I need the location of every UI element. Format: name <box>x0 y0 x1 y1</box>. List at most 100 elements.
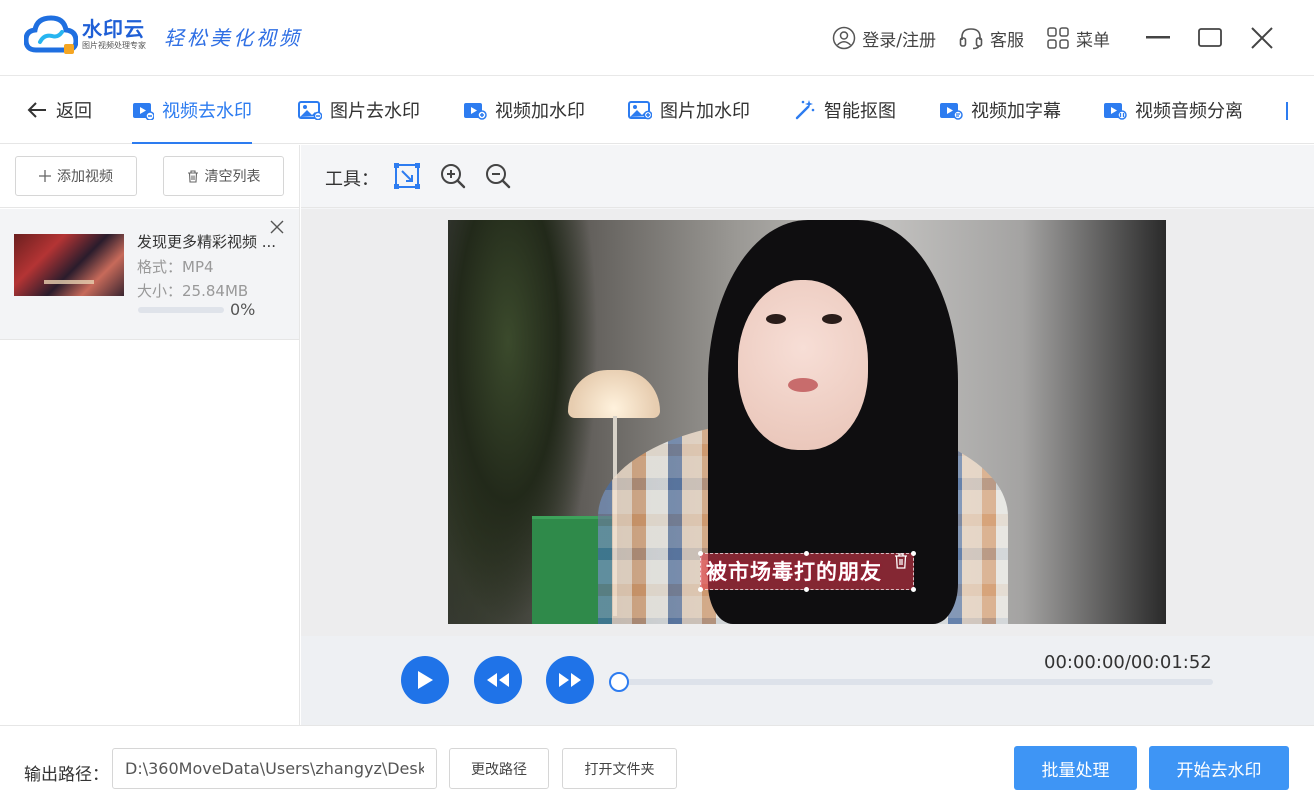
resize-handle[interactable] <box>804 551 809 556</box>
login-label: 登录/注册 <box>862 30 936 51</box>
login-link[interactable]: 登录/注册 <box>832 26 936 51</box>
image-icon <box>628 101 652 120</box>
customer-service-link[interactable]: 客服 <box>958 26 1024 51</box>
file-name: 发现更多精彩视频 ... <box>137 233 277 251</box>
file-list-item[interactable]: 发现更多精彩视频 ... 格式：MP4 大小：25.84MB <box>0 209 299 340</box>
output-path-label: 输出路径： <box>24 765 109 785</box>
menu-label: 菜单 <box>1076 30 1110 51</box>
file-format: 格式：MP4 <box>137 258 214 276</box>
menu-link[interactable]: 菜单 <box>1046 26 1110 51</box>
play-icon <box>418 671 433 689</box>
app-slogan: 轻松美化视频 <box>164 26 302 50</box>
add-video-button[interactable]: 添加视频 <box>15 156 137 196</box>
resize-handle[interactable] <box>911 551 916 556</box>
rewind-button[interactable] <box>474 656 522 704</box>
back-label: 返回 <box>56 101 92 122</box>
open-folder-button[interactable]: 打开文件夹 <box>562 748 677 789</box>
clear-list-label: 清空列表 <box>204 169 261 185</box>
resize-handle[interactable] <box>698 587 703 592</box>
tab-image-add-watermark[interactable]: 图片加水印 <box>628 76 750 144</box>
file-list-panel: 添加视频 清空列表 发现更多精彩视频 ... 格式：MP4 大小：25.84MB… <box>0 145 300 725</box>
app-name: 水印云 <box>82 17 145 41</box>
start-remove-watermark-button[interactable]: 开始去水印 <box>1149 746 1289 790</box>
select-region-tool[interactable] <box>394 163 420 189</box>
add-video-label: 添加视频 <box>57 169 113 185</box>
file-list-toolbar: 添加视频 清空列表 <box>0 145 299 208</box>
clear-list-button[interactable]: 清空列表 <box>163 156 284 196</box>
scene-eye <box>766 314 786 324</box>
plus-icon <box>39 170 51 182</box>
scene-person-face <box>738 280 868 450</box>
tab-video-watermark-removal[interactable]: 视频去水印 <box>132 76 252 144</box>
zoom-in-tool[interactable] <box>440 163 466 189</box>
file-progress-text: 0% <box>230 300 256 319</box>
scene-mouth <box>788 378 818 392</box>
remove-file-button[interactable] <box>270 219 286 235</box>
close-button[interactable] <box>1236 18 1288 58</box>
fast-forward-icon <box>559 673 581 687</box>
video-thumbnail <box>14 234 124 296</box>
video-icon <box>940 103 963 120</box>
rewind-icon <box>487 673 509 687</box>
tab-label: 图片去水印 <box>330 101 420 122</box>
user-icon <box>833 26 856 50</box>
zoom-out-icon <box>486 164 511 189</box>
arrow-left-icon <box>27 102 46 118</box>
player-controls: 00:00:00/00:01:52 <box>301 636 1314 725</box>
tab-video-audio-split[interactable]: 视频音频分离 <box>1103 76 1243 144</box>
scene-eye <box>822 314 842 324</box>
minimize-button[interactable] <box>1132 18 1184 58</box>
tab-smart-cutout[interactable]: 智能抠图 <box>794 76 896 144</box>
video-icon <box>133 103 154 120</box>
resize-handle[interactable] <box>804 587 809 592</box>
change-path-button[interactable]: 更改路径 <box>449 748 549 789</box>
zoom-in-icon <box>441 164 466 189</box>
tab-overflow-indicator <box>1286 102 1288 120</box>
preview-panel: 工具： 被市场毒打的朋友 00:00:00/00:01:52 <box>301 145 1314 725</box>
tab-label: 图片加水印 <box>660 101 750 122</box>
trash-icon <box>187 169 198 183</box>
feature-tab-bar: 返回 视频去水印 图片去水印 视频加水印 图片加水印 智能抠图 视频加字幕 视频… <box>0 76 1314 144</box>
image-icon <box>298 101 322 120</box>
seek-handle[interactable] <box>609 672 629 692</box>
headset-icon <box>959 28 983 50</box>
app-subtitle: 图片视频处理专家 <box>82 41 146 50</box>
delete-selection-button[interactable] <box>894 553 908 569</box>
tab-label: 视频去水印 <box>162 101 252 122</box>
tab-video-add-watermark[interactable]: 视频加水印 <box>463 76 585 144</box>
play-button[interactable] <box>401 656 449 704</box>
video-icon <box>464 103 487 120</box>
cloud-logo-icon <box>23 14 79 56</box>
batch-process-button[interactable]: 批量处理 <box>1014 746 1137 790</box>
back-button[interactable]: 返回 <box>26 76 92 144</box>
close-icon <box>270 220 284 234</box>
tools-label: 工具： <box>325 169 379 190</box>
app-logo: 水印云 图片视频处理专家 <box>23 14 146 56</box>
fast-forward-button[interactable] <box>546 656 594 704</box>
seek-bar[interactable] <box>617 679 1213 685</box>
tab-label: 视频音频分离 <box>1135 101 1243 122</box>
video-frame[interactable]: 被市场毒打的朋友 <box>448 220 1166 624</box>
title-bar: 水印云 图片视频处理专家 轻松美化视频 登录/注册 客服 菜单 <box>0 0 1314 76</box>
resize-handle[interactable] <box>911 587 916 592</box>
service-label: 客服 <box>990 30 1024 51</box>
video-icon <box>1104 103 1127 120</box>
tab-video-add-subtitle[interactable]: 视频加字幕 <box>939 76 1061 144</box>
close-icon <box>1251 27 1273 49</box>
output-path-field[interactable] <box>112 748 437 789</box>
file-progress-bar <box>138 307 224 313</box>
magic-wand-icon <box>795 100 815 120</box>
tab-label: 视频加水印 <box>495 101 585 122</box>
watermark-text: 被市场毒打的朋友 <box>706 560 882 584</box>
preview-toolbar: 工具： <box>301 145 1314 208</box>
tab-image-watermark-removal[interactable]: 图片去水印 <box>298 76 420 144</box>
grid-menu-icon <box>1047 27 1069 49</box>
trash-icon <box>895 553 907 569</box>
file-size: 大小：25.84MB <box>137 282 249 300</box>
maximize-button[interactable] <box>1184 18 1236 58</box>
resize-handle[interactable] <box>698 551 703 556</box>
timecode-display: 00:00:00/00:01:52 <box>1044 652 1212 673</box>
zoom-out-tool[interactable] <box>485 163 511 189</box>
video-preview-area: 被市场毒打的朋友 <box>301 209 1314 636</box>
select-region-icon <box>394 163 420 189</box>
